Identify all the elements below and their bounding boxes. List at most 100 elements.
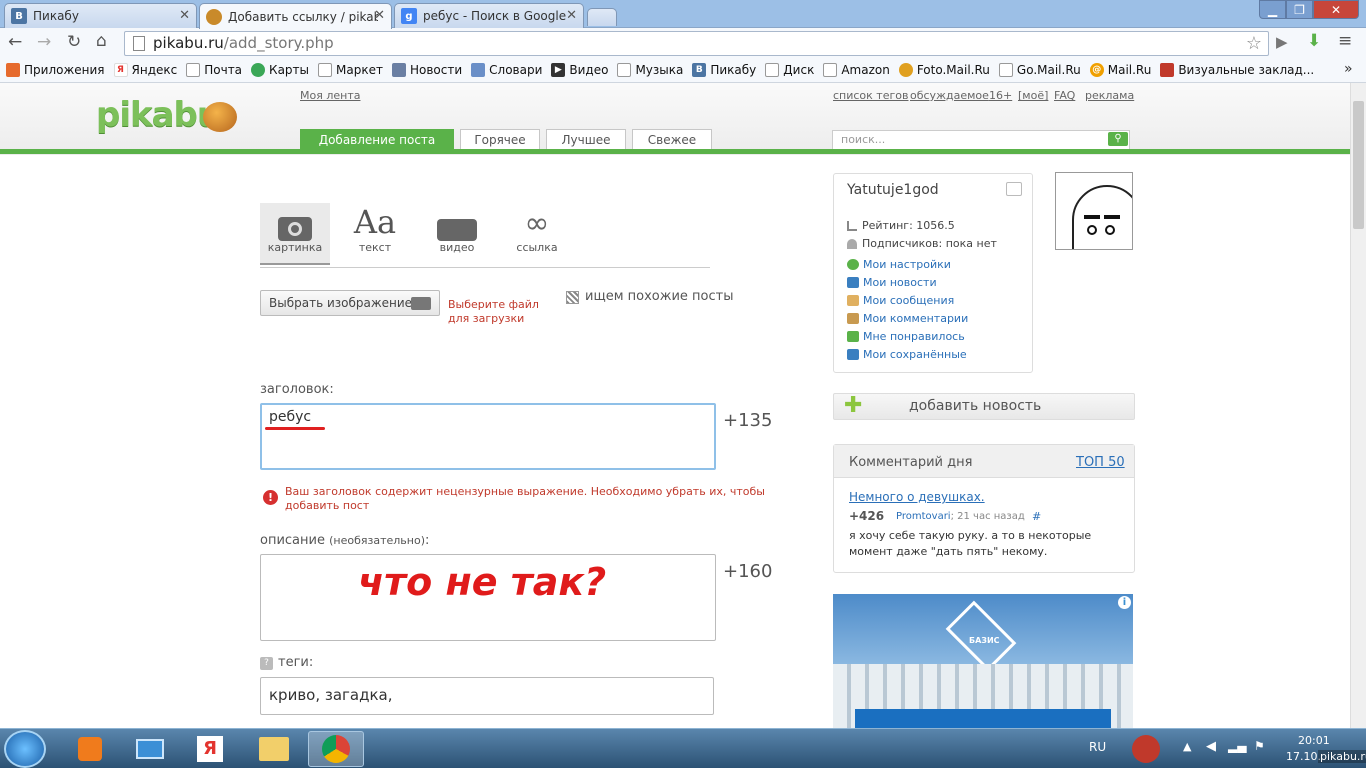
bookmark-news[interactable]: Новости: [391, 63, 463, 77]
tray-app-icon[interactable]: [1132, 735, 1160, 763]
bookmark-mail[interactable]: Почта: [186, 63, 242, 77]
mine-link[interactable]: [моё]: [1018, 89, 1048, 102]
tab-hot[interactable]: Горячее: [460, 129, 540, 151]
comment-author[interactable]: Promtovari: [896, 511, 951, 522]
age-link[interactable]: 16+: [989, 89, 1012, 102]
tab-add-post[interactable]: Добавление поста: [300, 129, 454, 151]
comment-text: я хочу себе такую руку. а то в некоторые…: [849, 529, 1092, 558]
news-icon: [847, 276, 859, 288]
bookmark-yandex[interactable]: Я Яндекс: [113, 63, 177, 77]
home-icon[interactable]: ⌂: [96, 31, 107, 51]
saved-link[interactable]: Мои сохранённые: [847, 345, 968, 363]
close-window-button[interactable]: ✕: [1313, 0, 1359, 19]
tags-input[interactable]: криво, загадка,: [260, 677, 714, 715]
address-bar[interactable]: pikabu.ru/add_story.php ☆: [124, 31, 1269, 56]
bookmark-amazon[interactable]: Amazon: [823, 63, 890, 77]
comment-hash-link[interactable]: #: [1032, 510, 1041, 523]
advertisement-banner[interactable]: БАЗИС i: [833, 594, 1133, 728]
back-icon[interactable]: ←: [8, 32, 22, 52]
red-underline-annotation: [265, 427, 325, 430]
title-input[interactable]: ребус: [260, 403, 716, 470]
close-icon[interactable]: ✕: [566, 8, 577, 23]
my-news-link[interactable]: Мои новости: [847, 273, 968, 291]
tags-list-link[interactable]: список тегов: [833, 89, 908, 102]
close-icon[interactable]: ✕: [179, 8, 190, 23]
site-logo[interactable]: pikabu: [96, 95, 221, 135]
star-icon[interactable]: ☆: [1246, 32, 1262, 55]
my-feed-link[interactable]: Моя лента: [300, 89, 360, 102]
tray-expand-icon[interactable]: ▲: [1183, 740, 1191, 753]
top50-link[interactable]: ТОП 50: [1076, 455, 1125, 470]
clock-date[interactable]: 17.10.: [1286, 750, 1321, 763]
extension-icon[interactable]: ▶: [1276, 33, 1288, 51]
bookmark-foto-mail[interactable]: Foto.Mail.Ru: [898, 63, 990, 77]
search-button[interactable]: ⚲: [1108, 132, 1128, 146]
taskbar-chrome[interactable]: [308, 731, 364, 767]
choose-image-button[interactable]: Выбрать изображение: [260, 290, 440, 316]
faq-link[interactable]: FAQ: [1054, 89, 1075, 102]
media-icon: [78, 737, 102, 761]
taskbar-yandex[interactable]: Я: [182, 731, 238, 767]
action-center-icon[interactable]: ⚑: [1254, 739, 1265, 753]
network-icon[interactable]: ▂▄: [1228, 739, 1246, 753]
bookmark-mail-ru[interactable]: @ Mail.Ru: [1089, 63, 1151, 77]
liked-link[interactable]: Мне понравилось: [847, 327, 968, 345]
menu-icon[interactable]: ≡: [1338, 31, 1352, 51]
forward-icon[interactable]: →: [37, 32, 51, 52]
post-type-link[interactable]: ∞ ссылка: [502, 203, 572, 265]
bookmark-video[interactable]: ▶ Видео: [551, 63, 608, 77]
tab-new[interactable]: Свежее: [632, 129, 712, 151]
bookmark-label: Новости: [409, 63, 463, 77]
bookmark-dict[interactable]: Словари: [471, 63, 542, 77]
help-icon[interactable]: ?: [260, 657, 273, 670]
bookmark-market[interactable]: Маркет: [318, 63, 383, 77]
ads-link[interactable]: реклама: [1085, 89, 1134, 102]
bookmark-pikabu[interactable]: B Пикабу: [692, 63, 756, 77]
bookmarks-more[interactable]: »: [1344, 61, 1353, 77]
ad-info-icon[interactable]: i: [1118, 596, 1131, 609]
tab-best[interactable]: Лучшее: [546, 129, 626, 151]
page-icon: [823, 63, 838, 77]
avatar[interactable]: [1055, 172, 1133, 250]
post-type-text[interactable]: Aa текст: [340, 203, 410, 265]
bookmark-disk[interactable]: Диск: [765, 63, 814, 77]
reload-icon[interactable]: ↻: [67, 32, 81, 52]
bookmark-visual[interactable]: Визуальные заклад...: [1160, 63, 1314, 77]
clock-time[interactable]: 20:01: [1298, 734, 1330, 747]
taskbar-media-player[interactable]: [62, 731, 118, 767]
my-messages-link[interactable]: Мои сообщения: [847, 291, 968, 309]
post-type-image[interactable]: картинка: [260, 203, 330, 265]
bookmark-maps[interactable]: Карты: [251, 63, 309, 77]
minimize-button[interactable]: ▁: [1259, 0, 1286, 19]
visual-icon: [1160, 63, 1175, 77]
start-button[interactable]: [4, 730, 46, 768]
header-divider: [0, 149, 1350, 154]
discussed-link[interactable]: обсуждаемое: [910, 89, 989, 102]
username[interactable]: Yatutuje1god: [847, 182, 939, 198]
tab-pikabu-vk[interactable]: B Пикабу ✕: [4, 3, 197, 28]
page-scrollbar[interactable]: [1350, 83, 1366, 728]
language-indicator[interactable]: RU: [1089, 740, 1106, 754]
tab-google-search[interactable]: g ребус - Поиск в Google ✕: [394, 3, 584, 28]
scrollbar-thumb[interactable]: [1353, 101, 1364, 229]
maximize-button[interactable]: ❐: [1286, 0, 1313, 19]
my-settings-link[interactable]: Мои настройки: [847, 255, 968, 273]
bookmark-apps[interactable]: Приложения: [6, 63, 105, 77]
add-news-button[interactable]: ✚ добавить новость: [833, 393, 1135, 420]
taskbar-mail[interactable]: [122, 731, 178, 767]
logout-icon[interactable]: [1006, 182, 1022, 196]
search-input[interactable]: поиск...: [832, 130, 1130, 150]
taskbar-explorer[interactable]: [246, 731, 302, 767]
post-type-video[interactable]: видео: [422, 203, 492, 265]
my-comments-link[interactable]: Мои комментарии: [847, 309, 968, 327]
tab-add-story[interactable]: Добавить ссылку / pikab ✕: [199, 3, 392, 29]
tags-label: теги:: [278, 655, 314, 670]
bookmark-go-mail[interactable]: Go.Mail.Ru: [998, 63, 1081, 77]
download-icon[interactable]: ⬇: [1307, 31, 1321, 51]
close-icon[interactable]: ✕: [374, 8, 385, 23]
comment-post-link[interactable]: Немного о девушках.: [849, 490, 985, 504]
bookmark-music[interactable]: Музыка: [617, 63, 683, 77]
bookmark-label: Карты: [269, 63, 310, 77]
new-tab-button[interactable]: [587, 8, 617, 26]
volume-icon[interactable]: ◀: [1206, 739, 1216, 754]
